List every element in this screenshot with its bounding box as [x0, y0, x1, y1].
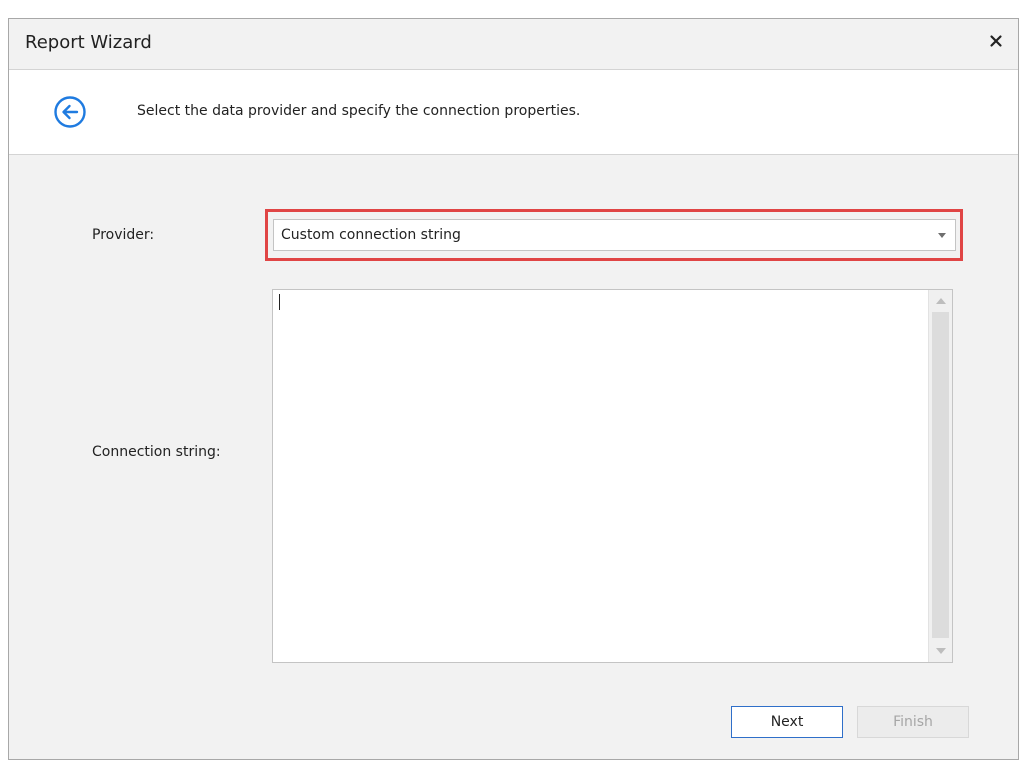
- scroll-down-arrow-icon[interactable]: [936, 648, 946, 654]
- chevron-down-icon: [938, 233, 946, 238]
- vertical-scrollbar[interactable]: [928, 290, 952, 662]
- scroll-up-arrow-icon[interactable]: [936, 298, 946, 304]
- back-arrow-circle-icon: [54, 96, 86, 128]
- report-wizard-dialog: Report Wizard Select the data provider a…: [8, 18, 1019, 760]
- connection-string-label: Connection string:: [92, 444, 221, 460]
- provider-label: Provider:: [92, 227, 155, 243]
- scrollbar-track[interactable]: [932, 312, 949, 638]
- provider-selected-value: Custom connection string: [281, 227, 461, 243]
- close-button[interactable]: [984, 29, 1008, 53]
- next-button[interactable]: Next: [731, 706, 843, 738]
- text-caret: [279, 294, 280, 310]
- wizard-instruction: Select the data provider and specify the…: [137, 103, 581, 119]
- connection-string-editor: [272, 289, 953, 663]
- wizard-header: Select the data provider and specify the…: [9, 69, 1018, 155]
- dialog-title: Report Wizard: [25, 32, 152, 53]
- title-bar: Report Wizard: [9, 19, 1018, 69]
- close-icon: [990, 35, 1002, 47]
- connection-string-input[interactable]: [273, 290, 929, 662]
- back-button[interactable]: [53, 95, 87, 129]
- provider-dropdown[interactable]: Custom connection string: [273, 219, 956, 251]
- finish-button[interactable]: Finish: [857, 706, 969, 738]
